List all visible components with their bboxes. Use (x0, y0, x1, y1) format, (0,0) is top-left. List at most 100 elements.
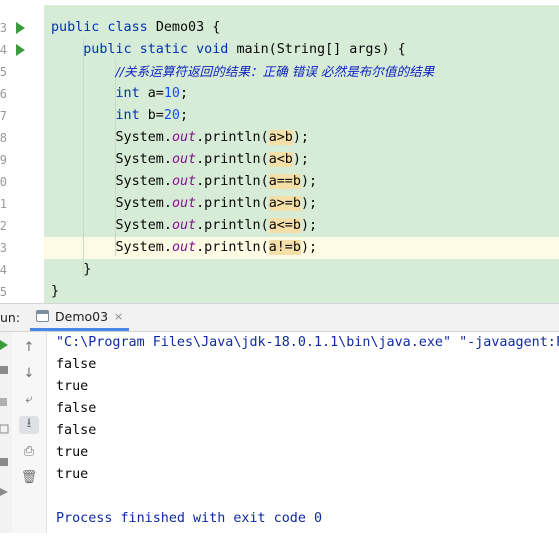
code-editor[interactable]: 3 public class Demo03 { 4 public static … (0, 0, 559, 303)
close-paren: ); (292, 130, 309, 145)
code-line[interactable]: 0 System.out.println(a==b); (0, 171, 559, 193)
expression: a<=b (268, 218, 301, 233)
run-panel-header: un: Demo03 × (0, 303, 559, 332)
system-class: System. (115, 152, 172, 167)
process-finished-message: Process finished with exit code 0 (56, 511, 323, 526)
line-number: 8 (0, 131, 7, 145)
line-number: 7 (0, 109, 7, 123)
line-number: 4 (0, 263, 7, 277)
out-field: out (171, 218, 197, 233)
line-number: 5 (0, 285, 7, 299)
code-line[interactable]: 3 System.out.println(a!=b); (0, 237, 559, 259)
line-number: 6 (0, 87, 7, 101)
output-line: true (56, 467, 89, 482)
expression: a!=b (268, 240, 301, 255)
println-call: .println( (196, 130, 269, 145)
side-toolbar-icons (0, 340, 9, 496)
system-class: System. (115, 174, 172, 189)
stop-icon (0, 398, 7, 406)
line-number: 2 (0, 219, 7, 233)
println-call: .println( (196, 152, 269, 167)
tab-label: Demo03 (55, 308, 109, 324)
code-line[interactable]: 6 int a=10; (0, 83, 559, 105)
line-number: 3 (0, 21, 7, 35)
scroll-up-icon[interactable]: ↑ (19, 338, 39, 356)
identifier: b= (147, 108, 164, 123)
number-literal: 10 (163, 86, 180, 101)
system-class: System. (115, 196, 172, 211)
rerun-icon (0, 340, 8, 350)
print-icon[interactable]: ⎙ (19, 442, 39, 460)
output-line: false (56, 401, 97, 416)
line-number: 5 (0, 65, 7, 79)
system-class: System. (115, 240, 172, 255)
close-paren: ); (300, 240, 318, 255)
closing-brace: } (51, 284, 60, 299)
out-field: out (171, 152, 197, 167)
number-literal: 20 (163, 108, 180, 123)
code-line[interactable]: 3 public class Demo03 { (0, 17, 559, 39)
code-line[interactable]: 5 //关系运算符返回的结果：正确 错误 必然是布尔值的结果 (0, 61, 559, 83)
code-line[interactable]: 7 int b=20; (0, 105, 559, 127)
code-line[interactable]: 4 } (0, 259, 559, 281)
println-call: .println( (196, 174, 269, 189)
scroll-down-icon[interactable]: ↓ (19, 364, 39, 382)
close-paren: ); (300, 174, 318, 189)
code-line[interactable]: 4 public static void main(String[] args)… (0, 39, 559, 61)
semicolon: ; (180, 86, 189, 101)
scroll-to-end-icon[interactable]: ⭳ (19, 416, 39, 434)
console-toolbar: ↑ ↓ ⤶ ⭳ ⎙ 🗑 (12, 332, 47, 533)
console-window-icon (36, 310, 49, 322)
expression: a>b (268, 130, 293, 145)
identifier: a= (147, 86, 164, 101)
close-paren: ); (300, 218, 318, 233)
close-icon[interactable]: × (114, 310, 123, 323)
line-number: 9 (0, 153, 7, 167)
code-line[interactable]: 5 } (0, 281, 559, 303)
console-output[interactable]: "C:\Program Files\Java\jdk-18.0.1.1\bin\… (56, 332, 559, 533)
code-line[interactable]: 9 System.out.println(a<b); (0, 149, 559, 171)
line-number: 0 (0, 175, 7, 189)
close-paren: ); (300, 196, 318, 211)
code-line[interactable]: 8 System.out.println(a>b); (0, 127, 559, 149)
system-class: System. (115, 218, 172, 233)
output-line: true (56, 445, 89, 460)
println-call: .println( (196, 240, 269, 255)
layout-icon (0, 458, 8, 466)
output-line: false (56, 423, 97, 438)
expression: a>=b (268, 196, 301, 211)
line-number: 3 (0, 241, 7, 255)
keyword: public static void (83, 42, 237, 57)
keyword: int (115, 108, 148, 123)
keyword: int (115, 86, 148, 101)
out-field: out (171, 196, 197, 211)
code-line[interactable]: 2 System.out.println(a<=b); (0, 215, 559, 237)
semicolon: ; (180, 108, 189, 123)
clear-console-icon[interactable]: 🗑 (19, 468, 39, 486)
println-call: .println( (196, 218, 269, 233)
code-line[interactable]: 1 System.out.println(a>=b); (0, 193, 559, 215)
system-class: System. (115, 130, 172, 145)
line-number: 4 (0, 43, 7, 57)
run-class-icon[interactable] (16, 22, 25, 34)
line-number: 1 (0, 197, 7, 211)
tab-demo03[interactable]: Demo03 × (30, 304, 130, 331)
method-declaration: main(String[] args) { (236, 42, 406, 57)
close-paren: ); (292, 152, 309, 167)
run-main-icon[interactable] (16, 44, 25, 56)
wrench-icon (0, 366, 8, 374)
code-comment: //关系运算符返回的结果：正确 错误 必然是布尔值的结果 (115, 64, 435, 79)
run-label: un: (0, 310, 21, 325)
keyword: public class (51, 20, 156, 35)
closing-brace: } (83, 262, 92, 277)
expression: a<b (268, 152, 293, 167)
restore-layout-icon (0, 424, 9, 434)
pin-icon (0, 488, 8, 496)
out-field: out (171, 240, 197, 255)
java-command-line: "C:\Program Files\Java\jdk-18.0.1.1\bin\… (56, 335, 559, 350)
expression: a==b (268, 174, 301, 189)
out-field: out (171, 174, 197, 189)
output-line: true (56, 379, 89, 394)
soft-wrap-icon[interactable]: ⤶ (19, 390, 39, 408)
output-line: false (56, 357, 97, 372)
